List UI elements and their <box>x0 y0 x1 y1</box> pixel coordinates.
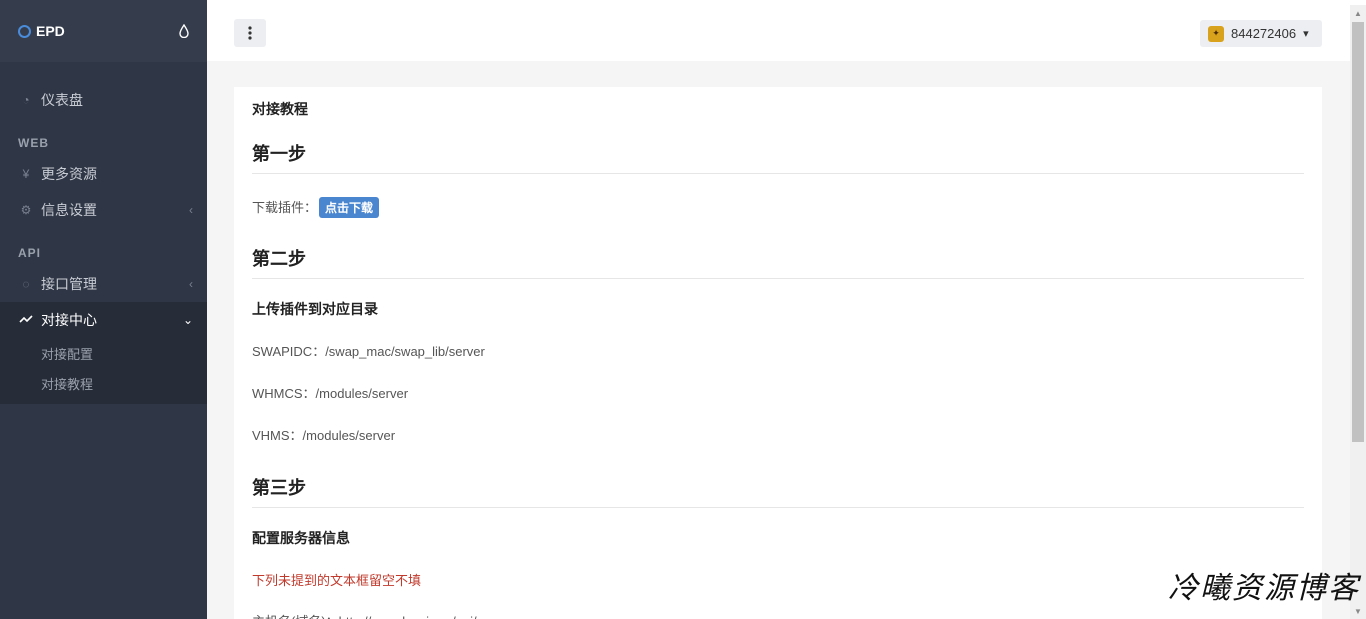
path-whmcs: WHMCS：/modules/server <box>252 386 409 401</box>
section-api: API <box>18 246 42 260</box>
download-label: 下载插件： <box>252 200 318 215</box>
user-id: 844272406 <box>1231 26 1297 41</box>
chevron-left-icon: ‹ <box>189 277 193 291</box>
brand-header: EPD <box>0 0 207 62</box>
brand-name: EPD <box>36 23 65 39</box>
sidebar-item-info-settings[interactable]: ⚙ 信息设置 ‹ <box>0 192 207 228</box>
connect-submenu: 对接配置 对接教程 <box>0 338 207 404</box>
tutorial-card: 对接教程 第一步 下载插件： 点击下载 第二步 上传插件到对应目录 SWAPIDC… <box>234 87 1322 619</box>
sidebar-item-label: 接口管理 <box>41 276 97 292</box>
download-button[interactable]: 点击下载 <box>319 197 380 218</box>
page-scrollbar[interactable]: ▲ ▼ <box>1350 5 1366 619</box>
theme-drop-icon[interactable] <box>179 24 189 38</box>
sidebar-item-label: 对接中心 <box>41 312 97 328</box>
step1-heading: 第一步 <box>252 140 1304 174</box>
hostname-line: 主机名(域名)：http://www.lenxi.xyz/api/ <box>252 611 1304 619</box>
sidebar-item-label: 更多资源 <box>41 166 97 182</box>
gauge-icon: ◔ <box>22 93 30 107</box>
chevron-down-icon: ▾ <box>1303 28 1309 40</box>
top-bar: ✦ 844272406 ▾ <box>207 5 1350 61</box>
sidebar-item-more-resources[interactable]: ¥ 更多资源 <box>0 156 207 192</box>
page-title: 对接教程 <box>252 101 308 117</box>
more-menu-button[interactable] <box>234 19 266 47</box>
path-vhms: VHMS：/modules/server <box>252 428 396 443</box>
logo-ring-icon <box>18 24 31 38</box>
sidebar-item-dashboard[interactable]: ◔ 仪表盘 <box>0 82 207 118</box>
yen-icon: ¥ <box>22 167 30 181</box>
sidebar-item-label: 信息设置 <box>41 202 97 218</box>
sidebar-subitem-tutorial[interactable]: 对接教程 <box>0 368 207 398</box>
sidebar-nav: ◔ 仪表盘 WEB ¥ 更多资源 ⚙ 信息设置 ‹ API ◌ 接口管理 ‹ 对… <box>0 62 207 404</box>
chevron-left-icon: ‹ <box>189 203 193 217</box>
scroll-up-arrow-icon[interactable]: ▲ <box>1350 5 1366 21</box>
sidebar-item-connect-center[interactable]: 对接中心 ⌄ <box>0 302 207 338</box>
warning-text: 下列未提到的文本框留空不填 <box>252 573 422 588</box>
vertical-dots-icon <box>248 26 252 40</box>
scroll-thumb[interactable] <box>1352 22 1364 442</box>
step3-heading: 第三步 <box>252 474 1304 508</box>
brand-logo[interactable]: EPD <box>18 23 65 39</box>
sidebar-subitem-config[interactable]: 对接配置 <box>0 338 207 368</box>
avatar: ✦ <box>1208 25 1224 42</box>
download-row: 下载插件： 点击下载 <box>252 197 1304 218</box>
step2-heading: 第二步 <box>252 245 1304 279</box>
sidebar-item-label: 仪表盘 <box>41 92 83 108</box>
eye-icon: ◌ <box>22 277 30 291</box>
step3-subtitle: 配置服务器信息 <box>252 530 350 546</box>
step2-subtitle: 上传插件到对应目录 <box>252 301 378 317</box>
path-swapidc: SWAPIDC：/swap_mac/swap_lib/server <box>252 344 485 359</box>
sidebar: EPD ◔ 仪表盘 WEB ¥ 更多资源 ⚙ 信息设置 ‹ API ◌ 接口管理… <box>0 0 207 619</box>
section-web: WEB <box>18 136 49 150</box>
sidebar-item-api-manage[interactable]: ◌ 接口管理 ‹ <box>0 266 207 302</box>
gear-icon: ⚙ <box>20 203 32 217</box>
chevron-down-icon: ⌄ <box>182 313 193 327</box>
user-menu-button[interactable]: ✦ 844272406 ▾ <box>1200 20 1322 47</box>
watermark: 冷曦资源博客 <box>1168 571 1360 606</box>
trend-icon <box>18 313 34 327</box>
